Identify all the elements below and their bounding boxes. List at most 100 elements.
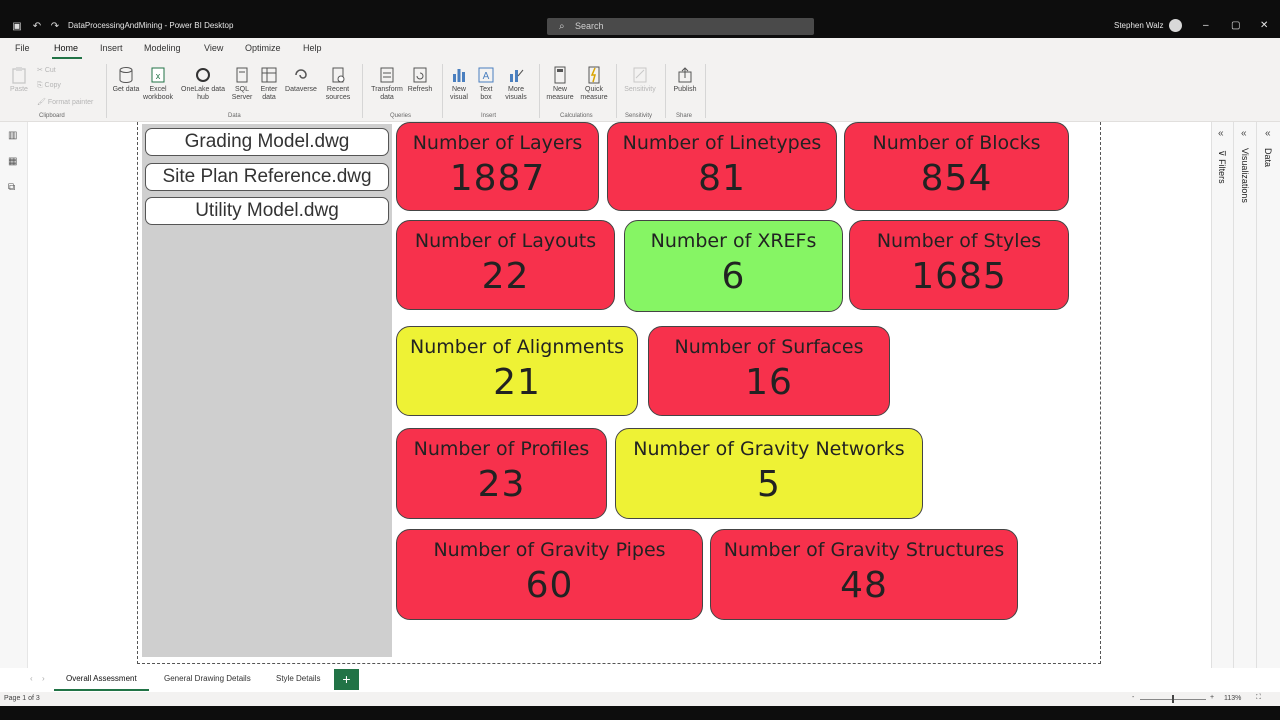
text-box-button[interactable]: A Text box — [474, 66, 498, 102]
transform-icon — [380, 67, 394, 83]
model-view-icon[interactable]: ⧉ — [8, 182, 20, 194]
card-gravity-pipes[interactable]: Number of Gravity Pipes 60 — [396, 529, 703, 620]
visualizations-pane[interactable]: « Visualizations — [1233, 122, 1256, 668]
ribbon-separator — [442, 64, 443, 118]
zoom-thumb[interactable] — [1172, 695, 1174, 703]
file-option[interactable]: Grading Model.dwg — [145, 128, 389, 156]
new-visual-button[interactable]: New visual — [446, 66, 472, 102]
recent-sources-icon — [332, 67, 345, 83]
next-page-icon[interactable]: › — [42, 674, 45, 683]
menu-view[interactable]: View — [204, 43, 223, 53]
card-alignments[interactable]: Number of Alignments 21 — [396, 326, 638, 416]
onelake-button[interactable]: OneLake data hub — [178, 66, 228, 102]
search-box[interactable]: ⌕ Search — [547, 18, 814, 35]
card-gravity-networks[interactable]: Number of Gravity Networks 5 — [615, 428, 923, 519]
card-xrefs[interactable]: Number of XREFs 6 — [624, 220, 843, 312]
save-icon[interactable]: ▣ — [10, 20, 24, 34]
page-tabs: ‹ › Overall Assessment General Drawing D… — [0, 668, 1280, 692]
enter-data-button[interactable]: Enter data — [257, 66, 281, 102]
file-option[interactable]: Utility Model.dwg — [145, 197, 389, 225]
transform-data-label: Transform data — [371, 86, 403, 101]
text-box-icon: A — [478, 67, 494, 83]
new-visual-label: New visual — [450, 86, 468, 101]
card-value: 1887 — [449, 158, 546, 199]
menu-insert[interactable]: Insert — [100, 43, 123, 53]
excel-workbook-button[interactable]: x Excel workbook — [140, 66, 176, 102]
file-option[interactable]: Site Plan Reference.dwg — [145, 163, 389, 191]
zoom-out-icon[interactable]: - — [1132, 694, 1134, 701]
tab-style-details[interactable]: Style Details — [276, 674, 320, 683]
card-label: Number of Profiles — [413, 438, 590, 460]
quick-measure-label: Quick measure — [580, 86, 608, 101]
dataverse-button[interactable]: Dataverse — [283, 66, 319, 94]
recent-sources-button[interactable]: Recent sources — [320, 66, 356, 102]
prev-page-icon[interactable]: ‹ — [30, 674, 33, 683]
card-linetypes[interactable]: Number of Linetypes 81 — [607, 122, 837, 211]
fit-page-icon[interactable]: ⛶ — [1256, 694, 1261, 702]
quick-measure-icon — [588, 66, 600, 84]
minimize-icon[interactable]: – — [1203, 20, 1209, 31]
excel-workbook-label: Excel workbook — [143, 86, 173, 101]
sql-server-icon — [236, 67, 248, 83]
avatar[interactable] — [1169, 19, 1182, 32]
menu-modeling[interactable]: Modeling — [144, 43, 181, 53]
report-view-icon[interactable]: ▥ — [8, 130, 20, 142]
expand-visualizations-icon[interactable]: « — [1241, 128, 1247, 139]
card-label: Number of Gravity Pipes — [433, 539, 666, 561]
refresh-button[interactable]: Refresh — [406, 66, 434, 94]
close-icon[interactable]: ✕ — [1260, 20, 1268, 31]
quick-measure-button[interactable]: Quick measure — [577, 66, 611, 102]
sensitivity-button[interactable]: Sensitivity — [620, 66, 660, 94]
ribbon-separator — [106, 64, 107, 118]
undo-icon[interactable]: ↶ — [30, 20, 44, 34]
card-layouts[interactable]: Number of Layouts 22 — [396, 220, 615, 310]
user-name[interactable]: Stephen Walz — [1114, 21, 1164, 30]
maximize-icon[interactable]: ▢ — [1231, 20, 1240, 31]
zoom-in-icon[interactable]: + — [1210, 694, 1214, 701]
transform-data-button[interactable]: Transform data — [368, 66, 406, 102]
filters-pane[interactable]: « ⊽ Filters — [1211, 122, 1233, 668]
card-profiles[interactable]: Number of Profiles 23 — [396, 428, 607, 519]
card-blocks[interactable]: Number of Blocks 854 — [844, 122, 1069, 211]
tab-general-drawing-details[interactable]: General Drawing Details — [164, 674, 251, 683]
more-visuals-button[interactable]: More visuals — [500, 66, 532, 102]
visualizations-label: Visualizations — [1240, 148, 1250, 203]
tab-overall-assessment[interactable]: Overall Assessment — [66, 674, 137, 683]
menu-bar: File Home Insert Modeling View Optimize … — [0, 38, 1280, 60]
get-data-button[interactable]: Get data — [112, 66, 140, 94]
card-surfaces[interactable]: Number of Surfaces 16 — [648, 326, 890, 416]
add-page-button[interactable]: + — [334, 669, 359, 690]
filters-label: ⊽ Filters — [1217, 150, 1227, 184]
sql-server-button[interactable]: SQL Server — [229, 66, 255, 102]
window-title: DataProcessingAndMining - Power BI Deskt… — [68, 21, 234, 30]
data-pane[interactable]: « Data — [1256, 122, 1280, 668]
card-gravity-structures[interactable]: Number of Gravity Structures 48 — [710, 529, 1018, 620]
group-share: Share — [676, 113, 693, 119]
excel-icon: x — [151, 67, 165, 83]
redo-icon[interactable]: ↷ — [48, 20, 62, 34]
svg-text:A: A — [483, 71, 490, 82]
card-label: Number of Styles — [876, 230, 1042, 252]
database-icon — [119, 67, 133, 84]
bar-chart-icon — [453, 69, 465, 82]
page-count: Page 1 of 3 — [4, 695, 40, 702]
paste-button[interactable]: Paste — [8, 66, 30, 94]
table-view-icon[interactable]: ▦ — [8, 156, 20, 168]
cut-button[interactable]: ✂ Cut — [37, 66, 56, 74]
new-measure-button[interactable]: New measure — [543, 66, 577, 102]
menu-home[interactable]: Home — [54, 43, 78, 53]
more-visuals-label: More visuals — [505, 86, 527, 101]
menu-help[interactable]: Help — [303, 43, 322, 53]
card-value: 22 — [481, 256, 530, 297]
publish-button[interactable]: Publish — [669, 66, 701, 94]
menu-optimize[interactable]: Optimize — [245, 43, 281, 53]
card-layers[interactable]: Number of Layers 1887 — [396, 122, 599, 211]
sensitivity-icon — [633, 67, 647, 83]
menu-file[interactable]: File — [15, 43, 30, 53]
card-styles[interactable]: Number of Styles 1685 — [849, 220, 1069, 310]
active-menu-indicator — [52, 57, 82, 59]
copy-button[interactable]: ⎘ Copy — [37, 82, 61, 90]
format-painter-button[interactable]: 🖌 Format painter — [37, 98, 93, 106]
expand-filters-icon[interactable]: « — [1218, 128, 1224, 139]
expand-data-icon[interactable]: « — [1265, 128, 1271, 139]
